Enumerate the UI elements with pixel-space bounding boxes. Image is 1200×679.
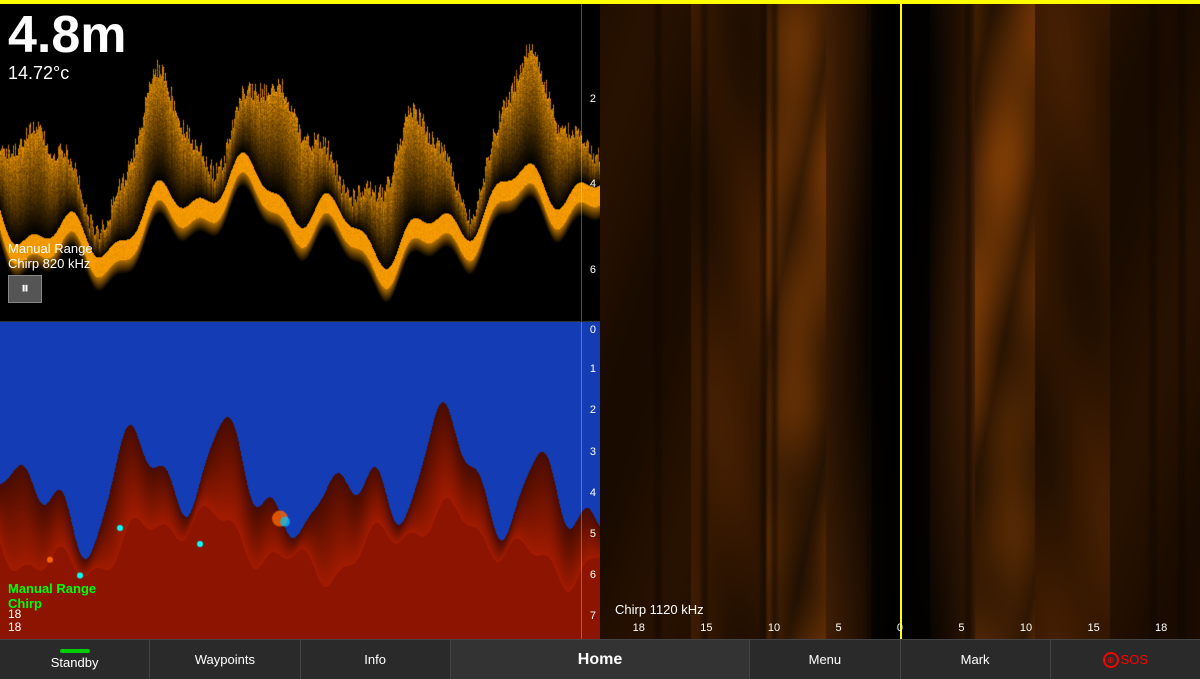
sidescan-freq-label: Chirp 1120 kHz [615,602,704,617]
scale-top: 2 4 6 [580,4,600,321]
nav-waypoints[interactable]: Waypoints [150,640,300,679]
scale-bottom: 0 1 2 3 4 5 6 7 [580,322,600,639]
bottom-depth-num1: 18 [8,620,21,634]
scale-mark-4: 4 [590,178,598,190]
sos-container: ⊕ SOS [1103,652,1148,668]
depth-value: 4.8m [8,9,127,61]
scale-mark-6b: 6 [590,569,598,581]
depth-display: 4.8m 14.72°c [8,9,127,84]
standby-label: Standby [51,655,99,670]
scale-mark-6: 6 [590,264,598,276]
pause-button[interactable]: ⏸ [8,275,42,303]
scale-18-left: 18 [633,622,645,634]
scale-10-left: 10 [768,622,780,634]
scale-mark-2: 2 [590,93,598,105]
scale-18-right: 18 [1155,622,1167,634]
mark-label: Mark [961,652,990,667]
sonar-bottom-panel: Manual Range Chirp 0 1 2 3 4 5 6 7 18 18 [0,322,600,639]
nav-menu[interactable]: Menu [750,640,900,679]
scale-5-left: 5 [835,622,841,634]
nav-standby[interactable]: Standby [0,640,150,679]
scale-mark-0b: 0 [590,324,598,336]
bottom-depth-num2: 18 [8,607,21,621]
bottom-range-label: Manual Range [8,581,96,596]
menu-label: Menu [809,652,842,667]
sonar-top-info: Manual Range Chirp 820 kHz [8,241,93,271]
scale-15-right: 15 [1087,622,1099,634]
sos-label: SOS [1121,652,1148,667]
home-label: Home [578,651,622,669]
sonar-top-panel: 4.8m 14.72°c Manual Range Chirp 820 kHz … [0,4,600,322]
scale-mark-1b: 1 [590,363,598,375]
scale-0: 0 [897,622,903,634]
scale-mark-7b: 7 [590,610,598,622]
nav-info[interactable]: Info [301,640,451,679]
main-display: 4.8m 14.72°c Manual Range Chirp 820 kHz … [0,4,1200,639]
scale-mark-3b: 3 [590,446,598,458]
nav-mark[interactable]: Mark [901,640,1051,679]
top-freq-label: Chirp 820 kHz [8,256,93,271]
nav-home[interactable]: Home [451,640,751,679]
center-line [900,4,902,639]
sidescan-scale: 18 15 10 5 0 5 10 15 18 [600,622,1200,634]
scale-mark-5b: 5 [590,528,598,540]
temperature-value: 14.72°c [8,63,127,84]
left-panel: 4.8m 14.72°c Manual Range Chirp 820 kHz … [0,4,600,639]
scale-5-right: 5 [958,622,964,634]
waypoints-label: Waypoints [195,652,255,667]
top-range-label: Manual Range [8,241,93,256]
sos-icon: ⊕ [1103,652,1119,668]
scale-mark-4b: 4 [590,487,598,499]
standby-indicator [60,649,90,653]
nav-sos[interactable]: ⊕ SOS [1051,640,1200,679]
info-label: Info [364,652,386,667]
scale-15-left: 15 [700,622,712,634]
scale-mark-2b: 2 [590,404,598,416]
scale-10-right: 10 [1020,622,1032,634]
sidescan-panel: Chirp 1120 kHz 18 15 10 5 0 5 10 15 18 [600,4,1200,639]
nav-bar: Standby Waypoints Info Home Menu Mark ⊕ … [0,639,1200,679]
